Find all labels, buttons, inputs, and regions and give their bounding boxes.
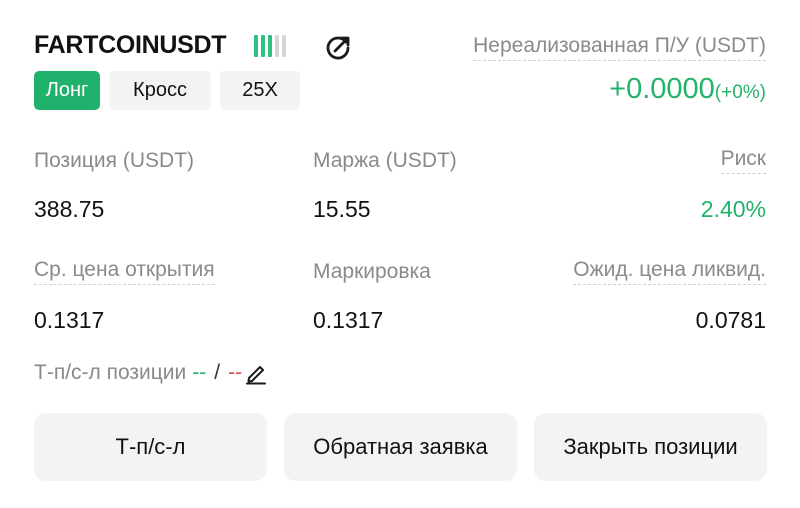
mark-price-value: 0.1317 — [313, 307, 384, 333]
margin-mode-badge[interactable]: Кросс — [109, 71, 211, 110]
risk-value: 2.40% — [700, 196, 766, 222]
position-label: Позиция (USDT) — [34, 149, 195, 172]
leverage-bar — [282, 35, 286, 57]
position-value: 388.75 — [34, 196, 105, 222]
take-profit-value: -- — [192, 361, 207, 384]
tpsl-separator: / — [214, 361, 221, 384]
unrealized-pnl-value: +0.0000(+0%) — [609, 73, 766, 105]
pencil-icon[interactable] — [244, 361, 268, 385]
close-positions-button[interactable]: Закрыть позиции — [534, 413, 767, 481]
liquidation-price-label: Ожид. цена ликвид. — [573, 258, 766, 285]
leverage-bar — [275, 35, 279, 57]
avg-open-price-label: Ср. цена открытия — [34, 258, 215, 285]
leverage-strength-bars — [254, 35, 286, 57]
side-badge-long: Лонг — [34, 71, 100, 110]
liquidation-price-value: 0.0781 — [695, 307, 766, 333]
stop-loss-value: -- — [228, 361, 243, 384]
reverse-order-button[interactable]: Обратная заявка — [284, 413, 517, 481]
share-rotate-icon[interactable] — [322, 32, 354, 64]
unrealized-pnl-label: Нереализованная П/У (USDT) — [473, 34, 766, 61]
risk-label: Риск — [720, 147, 766, 174]
leverage-bar — [261, 35, 265, 57]
position-tpsl-label: Т-п/с-л позиции — [34, 361, 187, 384]
margin-label: Маржа (USDT) — [313, 149, 457, 172]
symbol-title: FARTCOINUSDT — [34, 31, 227, 59]
leverage-bar — [254, 35, 258, 57]
tpsl-button[interactable]: Т-п/с-л — [34, 413, 267, 481]
avg-open-price-value: 0.1317 — [34, 307, 105, 333]
leverage-badge[interactable]: 25X — [220, 71, 300, 110]
leverage-bar — [268, 35, 272, 57]
margin-value: 15.55 — [313, 196, 371, 222]
mark-price-label: Маркировка — [313, 260, 431, 283]
position-tpsl-row: Т-п/с-л позиции -- / -- — [34, 361, 268, 385]
